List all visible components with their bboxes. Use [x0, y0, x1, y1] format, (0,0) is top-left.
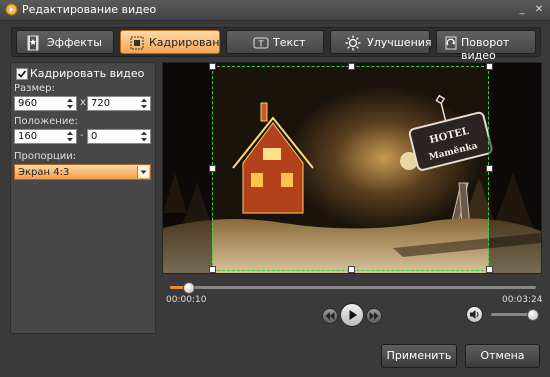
height-value: 720: [91, 98, 111, 109]
fast-forward-button[interactable]: [366, 308, 382, 324]
chevron-down-icon[interactable]: [137, 166, 149, 178]
fast-forward-icon: [369, 312, 379, 320]
apply-button[interactable]: Применить: [381, 344, 457, 368]
width-value: 960: [18, 98, 38, 109]
play-button[interactable]: [340, 303, 364, 327]
volume-thumb[interactable]: [526, 309, 539, 321]
window-title: Редактирование видео: [22, 3, 157, 16]
tab-enhancements[interactable]: Улучшения: [330, 30, 432, 54]
tab-enhancements-label: Улучшения: [367, 36, 432, 49]
tab-rotate-label: Поворот видео: [461, 36, 510, 62]
tab-bar: Эффекты Кадрирование T Текст Улучшения П…: [11, 27, 541, 62]
size-label: Размер:: [14, 83, 55, 94]
position-label: Положение:: [14, 116, 78, 127]
ratio-label: Пропорции:: [14, 151, 77, 162]
crop-enable-checkbox[interactable]: [16, 68, 28, 80]
cancel-button[interactable]: Отмена: [465, 344, 540, 368]
current-time: 00:00:10: [166, 295, 207, 305]
position-separator: -: [80, 130, 84, 141]
spin-arrows-icon[interactable]: [140, 97, 148, 110]
timeline-slider[interactable]: [170, 282, 536, 294]
svg-text:T: T: [258, 40, 264, 49]
sun-brightness-icon: [345, 35, 361, 51]
speaker-icon: [470, 310, 479, 319]
crop-handle[interactable]: [209, 165, 216, 172]
width-input[interactable]: 960: [14, 96, 77, 111]
position-x-value: 160: [18, 131, 38, 142]
spin-arrows-icon[interactable]: [66, 97, 74, 110]
tab-crop[interactable]: Кадрирование: [120, 30, 233, 54]
checkmark-icon: [17, 70, 27, 78]
rewind-icon: [325, 312, 335, 320]
timeline-thumb[interactable]: [183, 282, 196, 294]
height-input[interactable]: 720: [87, 96, 151, 111]
crop-handle[interactable]: [209, 266, 216, 273]
play-icon: [349, 310, 357, 320]
crop-icon: [130, 36, 144, 50]
size-separator: x: [80, 97, 86, 108]
crop-frame[interactable]: [212, 66, 489, 271]
ratio-select[interactable]: Экран 4:3: [14, 164, 151, 180]
position-y-value: 0: [91, 131, 98, 142]
close-button[interactable]: ✕: [532, 3, 546, 16]
minimize-button[interactable]: _: [515, 3, 529, 16]
crop-handle[interactable]: [486, 266, 493, 273]
ratio-value: Экран 4:3: [18, 167, 70, 178]
tab-text-label: Текст: [273, 36, 306, 49]
app-logo-icon: [5, 3, 18, 16]
position-x-input[interactable]: 160: [14, 129, 77, 144]
crop-handle[interactable]: [348, 63, 355, 70]
crop-handle[interactable]: [348, 266, 355, 273]
text-icon: T: [253, 37, 269, 49]
title-bar: Редактирование видео _ ✕: [0, 0, 550, 21]
film-effects-icon: [27, 35, 39, 51]
volume-slider[interactable]: [491, 309, 539, 321]
video-preview[interactable]: HOTEL Mamĕnka: [162, 62, 542, 274]
volume-button[interactable]: [466, 306, 483, 323]
tab-rotate[interactable]: Поворот видео: [436, 30, 536, 62]
crop-handle[interactable]: [486, 165, 493, 172]
crop-enable-label: Кадрировать видео: [30, 67, 145, 80]
total-time: 00:03:24: [502, 295, 543, 305]
crop-handle[interactable]: [209, 63, 216, 70]
crop-handle[interactable]: [486, 63, 493, 70]
crop-settings-panel: Кадрировать видео Размер: 960 x 720 Поло…: [10, 62, 156, 334]
rewind-button[interactable]: [322, 308, 338, 324]
rotate-film-icon: [445, 36, 457, 50]
tab-effects[interactable]: Эффекты: [16, 30, 114, 54]
position-y-input[interactable]: 0: [87, 129, 151, 144]
tab-text[interactable]: T Текст: [226, 30, 324, 54]
tab-effects-label: Эффекты: [47, 36, 102, 49]
spin-arrows-icon[interactable]: [140, 130, 148, 143]
tab-crop-label: Кадрирование: [149, 36, 234, 49]
spin-arrows-icon[interactable]: [66, 130, 74, 143]
